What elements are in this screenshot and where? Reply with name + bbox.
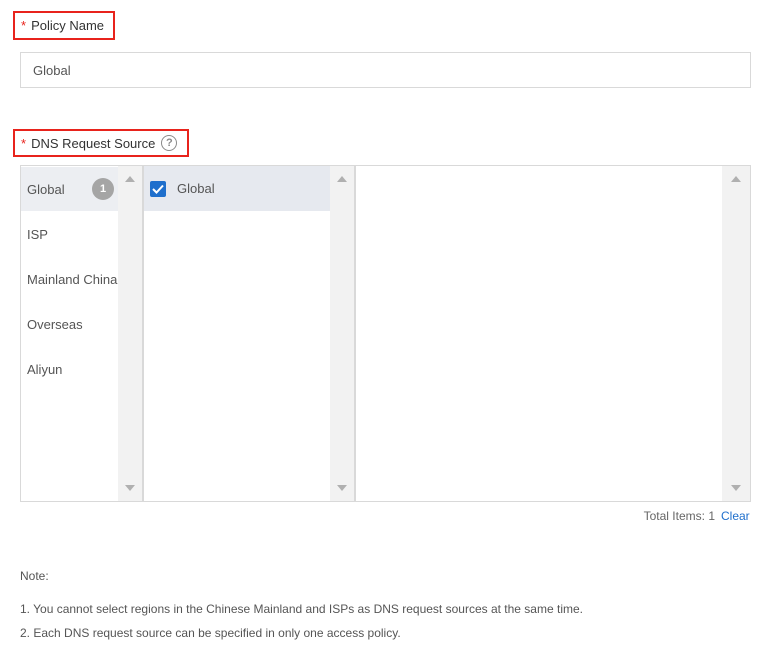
- sub-options-scrollbar[interactable]: [722, 166, 750, 501]
- checkbox-checked[interactable]: [150, 180, 166, 197]
- option-item-global[interactable]: Global: [144, 166, 330, 211]
- scroll-down-arrow-icon[interactable]: [337, 485, 347, 491]
- note-title: Note:: [20, 569, 49, 583]
- category-item-overseas[interactable]: Overseas: [21, 302, 119, 346]
- note-line: 1. You cannot select regions in the Chin…: [20, 602, 583, 616]
- scroll-down-arrow-icon[interactable]: [731, 485, 741, 491]
- policy-name-label-text: Policy Name: [31, 18, 105, 33]
- policy-name-input[interactable]: [20, 52, 751, 88]
- category-item-mainland-china[interactable]: Mainland China: [21, 257, 119, 301]
- question-circle-icon[interactable]: ?: [161, 135, 178, 151]
- category-label: ISP: [27, 226, 48, 242]
- scroll-up-arrow-icon[interactable]: [731, 176, 741, 182]
- check-icon: [152, 184, 164, 194]
- note-line: 2. Each DNS request source can be specif…: [20, 626, 401, 640]
- required-mark: *: [21, 135, 27, 151]
- clear-link[interactable]: Clear: [721, 509, 750, 523]
- category-item-global[interactable]: Global 1: [21, 167, 119, 211]
- sub-options-panel: [355, 165, 751, 502]
- selected-count-badge: 1: [92, 178, 114, 200]
- category-scrollbar[interactable]: [118, 166, 142, 501]
- options-panel: Global: [143, 165, 355, 502]
- category-label: Global: [27, 181, 65, 197]
- total-items-count: Total Items: 1: [643, 509, 715, 523]
- category-label: Overseas: [27, 316, 83, 332]
- category-panel: Global 1 ISP Mainland China Overseas Ali…: [20, 165, 143, 502]
- category-item-isp[interactable]: ISP: [21, 212, 119, 256]
- scroll-up-arrow-icon[interactable]: [337, 176, 347, 182]
- category-item-aliyun[interactable]: Aliyun: [21, 347, 119, 391]
- dns-request-source-label-text: DNS Request Source: [31, 135, 156, 151]
- options-scrollbar[interactable]: [330, 166, 354, 501]
- required-mark: *: [21, 18, 27, 33]
- policy-name-label: * Policy Name: [13, 11, 115, 40]
- scroll-down-arrow-icon[interactable]: [125, 485, 135, 491]
- scroll-up-arrow-icon[interactable]: [125, 176, 135, 182]
- option-label: Global: [177, 181, 215, 196]
- dns-request-source-label: * DNS Request Source ?: [13, 129, 189, 157]
- category-label: Mainland China: [27, 271, 118, 287]
- category-label: Aliyun: [27, 361, 63, 377]
